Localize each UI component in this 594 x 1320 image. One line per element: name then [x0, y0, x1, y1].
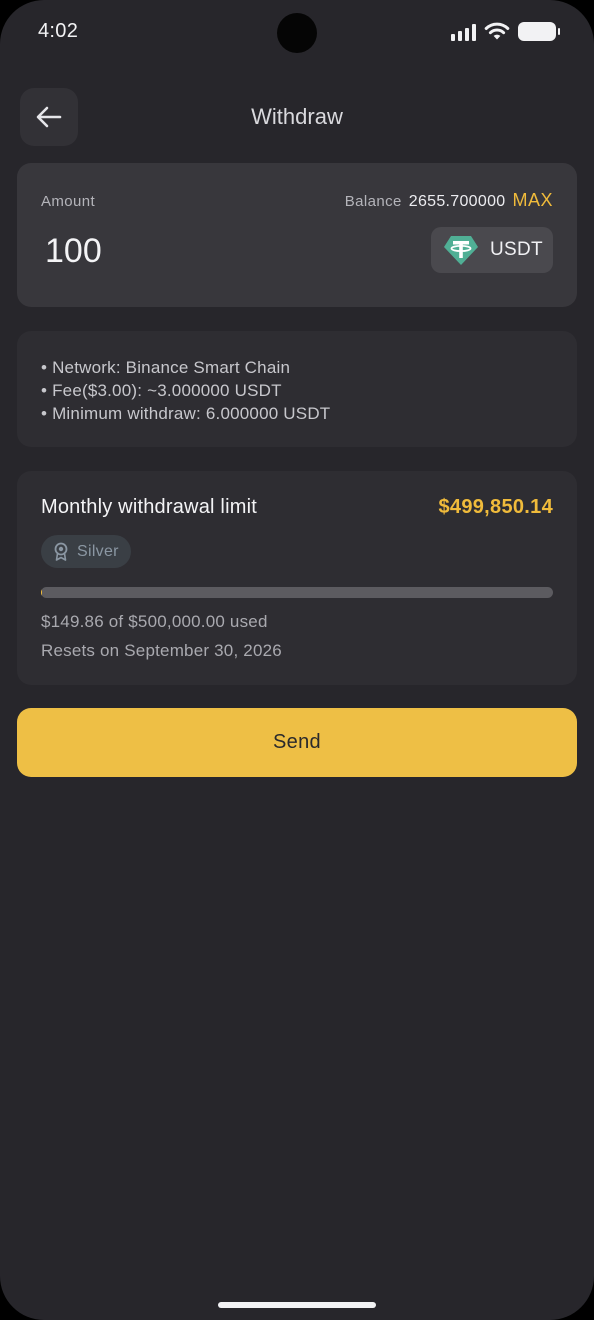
- fee-info-line: • Fee($3.00): ~3.000000 USDT: [41, 381, 282, 400]
- balance-label: Balance: [344, 193, 402, 210]
- page-title: Withdraw: [251, 104, 343, 129]
- minimum-info-line: • Minimum withdraw: 6.000000 USDT: [41, 404, 331, 423]
- tier-badge: Silver: [41, 535, 131, 568]
- limit-reset-text: Resets on September 30, 2026: [41, 641, 282, 660]
- balance-row: Balance 2655.700000 MAX: [345, 190, 553, 211]
- amount-card: Amount Balance 2655.700000 MAX USDT: [17, 163, 577, 307]
- front-camera: [277, 13, 317, 53]
- wifi-icon: [484, 22, 510, 40]
- token-selector[interactable]: USDT: [431, 227, 553, 273]
- network-info-line: • Network: Binance Smart Chain: [41, 358, 291, 377]
- status-time: 4:02: [38, 20, 79, 42]
- limit-title: Monthly withdrawal limit: [41, 496, 257, 518]
- home-indicator: [218, 1302, 376, 1308]
- tether-icon: [444, 236, 478, 265]
- battery-icon: [518, 22, 560, 41]
- tier-label: Silver: [77, 542, 119, 560]
- limit-progress-bar: [41, 587, 553, 598]
- network-info-card: • Network: Binance Smart Chain • Fee($3.…: [17, 331, 577, 447]
- cellular-signal-icon: [451, 23, 476, 41]
- status-icons: [451, 22, 560, 41]
- amount-label: Amount: [41, 193, 96, 210]
- send-button[interactable]: Send: [17, 708, 577, 777]
- limit-remaining-value: $499,850.14: [438, 496, 553, 518]
- balance-value: 2655.700000: [408, 193, 506, 210]
- phone-screen: 4:02 Withdraw Amount Balance 2655.700000…: [0, 0, 594, 1320]
- amount-input[interactable]: [45, 227, 345, 275]
- withdrawal-limit-card: Monthly withdrawal limit $499,850.14 Sil…: [17, 471, 577, 685]
- medal-icon: [54, 542, 68, 561]
- max-button[interactable]: MAX: [512, 190, 553, 211]
- limit-used-text: $149.86 of $500,000.00 used: [41, 612, 268, 631]
- token-symbol: USDT: [490, 239, 543, 260]
